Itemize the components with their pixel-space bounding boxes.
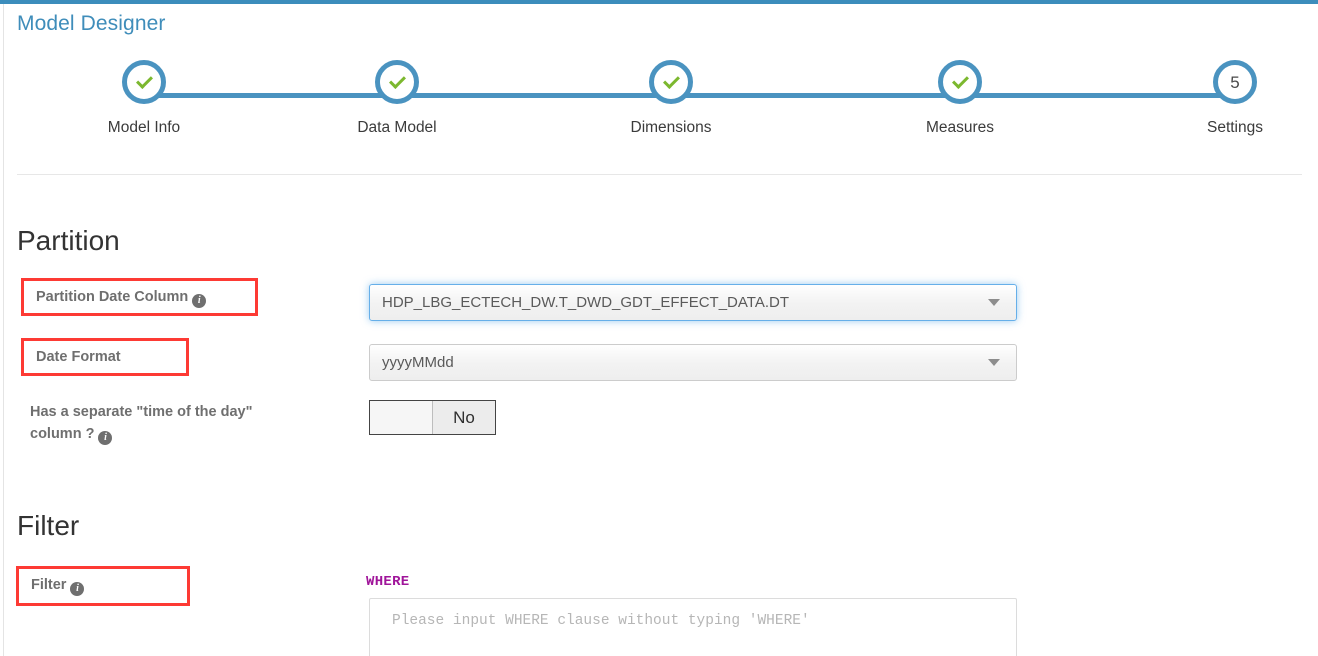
check-icon	[388, 71, 406, 89]
step-label-measures: Measures	[925, 119, 995, 136]
label-filter: Filter i	[16, 566, 190, 606]
section-heading-partition: Partition	[17, 225, 120, 256]
step-marker-data-model[interactable]	[375, 60, 419, 104]
partition-date-column-value: HDP_LBG_ECTECH_DW.T_DWD_GDT_EFFECT_DATA.…	[382, 294, 789, 311]
toggle-track-left[interactable]	[370, 401, 433, 434]
label-date-format: Date Format	[21, 338, 189, 376]
step-marker-model-info[interactable]	[122, 60, 166, 104]
step-label-model-info: Model Info	[107, 119, 181, 136]
info-icon[interactable]: i	[70, 582, 85, 596]
step-model-info[interactable]: Model Info	[84, 60, 204, 137]
label-filter-text: Filter	[31, 577, 67, 593]
chevron-down-icon[interactable]	[988, 299, 1000, 306]
partition-date-column-select[interactable]: HDP_LBG_ECTECH_DW.T_DWD_GDT_EFFECT_DATA.…	[369, 284, 1017, 321]
check-icon	[951, 71, 969, 89]
step-number: 5	[1230, 72, 1240, 92]
where-clause-textarea[interactable]: Please input WHERE clause without typing…	[369, 598, 1017, 656]
label-date-format-text: Date Format	[36, 349, 121, 365]
step-data-model[interactable]: Data Model	[337, 60, 457, 137]
step-label-dimensions: Dimensions	[630, 119, 712, 136]
label-partition-date-column-text: Partition Date Column	[36, 289, 189, 305]
wizard-stepper: Model Info Data Model Dimensions Measure…	[0, 60, 1318, 160]
model-designer-page: Model Designer Model Info Data Model Dim…	[0, 0, 1318, 656]
date-format-select[interactable]: yyyyMMdd	[369, 344, 1017, 381]
header-divider	[17, 174, 1302, 175]
where-keyword-label: WHERE	[366, 574, 410, 590]
info-icon[interactable]: i	[98, 431, 113, 445]
date-format-value: yyyyMMdd	[382, 354, 454, 371]
step-marker-measures[interactable]	[938, 60, 982, 104]
label-time-of-day-line1: Has a separate "time of the day"	[30, 404, 253, 420]
label-time-of-day-line2: column ?	[30, 426, 95, 442]
check-icon	[662, 71, 680, 89]
step-measures[interactable]: Measures	[900, 60, 1020, 137]
label-time-of-day-column: Has a separate "time of the day" column …	[30, 401, 360, 445]
page-title: Model Designer	[17, 12, 166, 35]
chevron-down-icon[interactable]	[988, 359, 1000, 366]
top-accent-bar	[0, 0, 1318, 4]
step-marker-dimensions[interactable]	[649, 60, 693, 104]
step-label-settings: Settings	[1206, 119, 1263, 136]
section-heading-filter: Filter	[17, 510, 80, 541]
toggle-value[interactable]: No	[433, 401, 495, 434]
where-clause-placeholder: Please input WHERE clause without typing…	[392, 613, 810, 629]
step-settings[interactable]: 5 Settings	[1175, 60, 1295, 137]
step-marker-settings[interactable]: 5	[1213, 60, 1257, 104]
time-of-day-toggle[interactable]: No	[369, 400, 496, 435]
info-icon[interactable]: i	[192, 294, 207, 308]
check-icon	[135, 71, 153, 89]
label-partition-date-column: Partition Date Column i	[21, 278, 258, 316]
step-dimensions[interactable]: Dimensions	[611, 60, 731, 137]
step-label-data-model: Data Model	[357, 119, 437, 136]
